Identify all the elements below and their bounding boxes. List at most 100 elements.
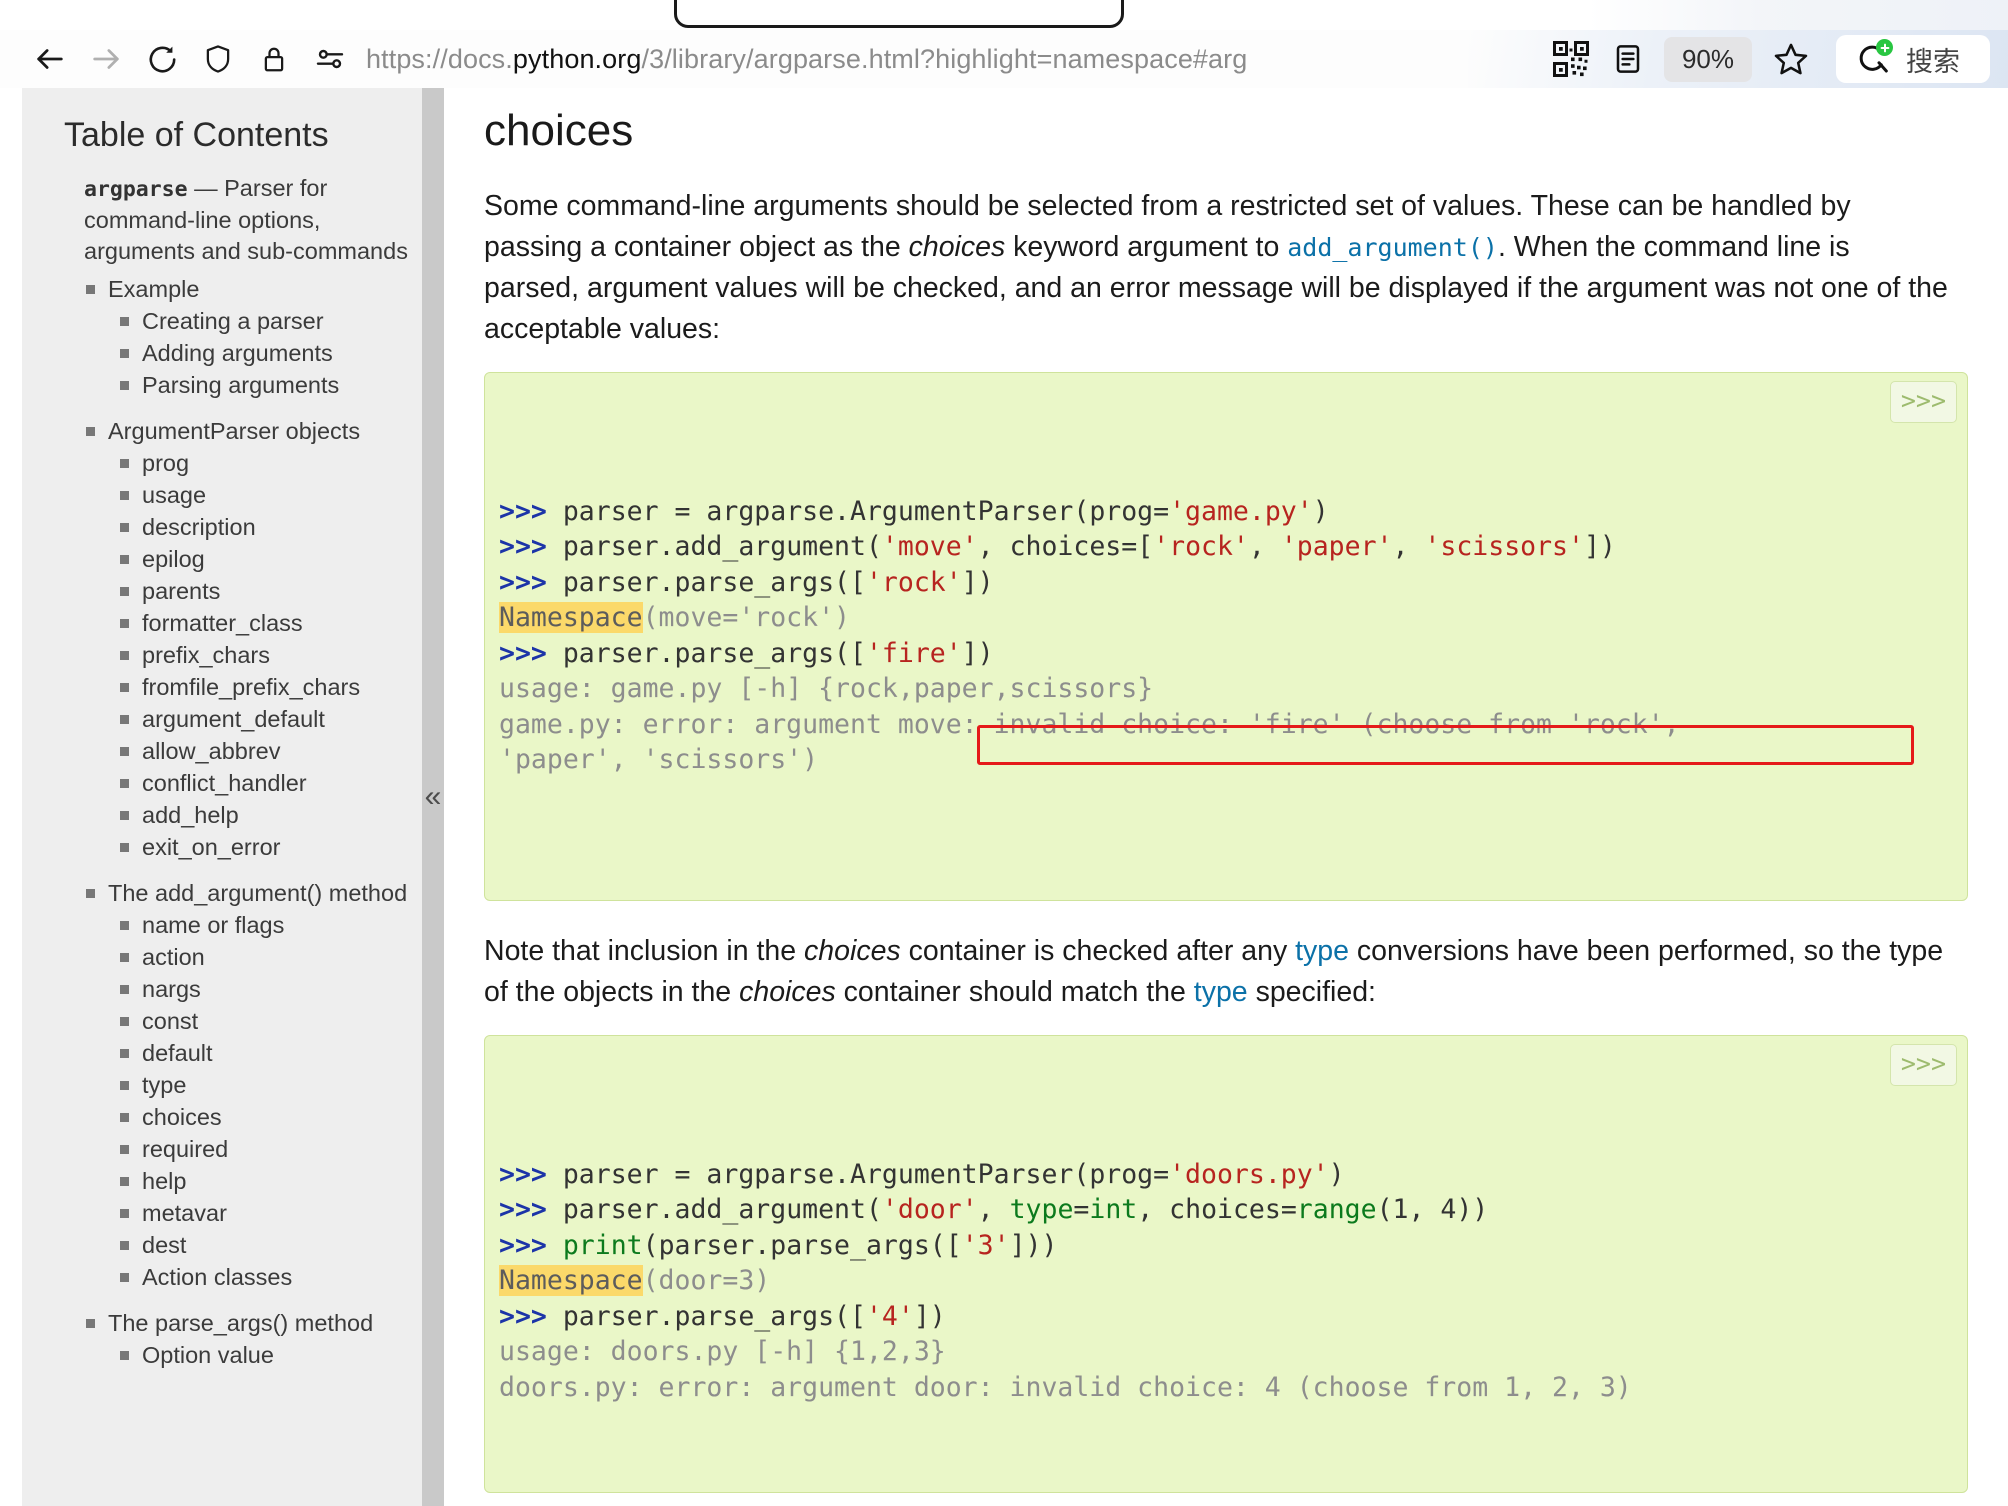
bullet-icon (120, 587, 129, 596)
toc-item-metavar[interactable]: metavar (120, 1197, 408, 1229)
bullet-icon (120, 779, 129, 788)
code-token: 'scissors' (1424, 531, 1584, 562)
p2-emphasis-choices-2: choices (739, 976, 836, 1008)
toc-sublist: Option value (120, 1339, 408, 1371)
toc-item-epilog[interactable]: epilog (120, 543, 408, 575)
toc-root-entry[interactable]: argparse — Parser for command-line optio… (84, 173, 408, 1371)
code-token: (move='rock') (642, 602, 851, 633)
toc-item-required[interactable]: required (120, 1133, 408, 1165)
link-add-argument[interactable]: add_argument() (1287, 231, 1498, 263)
toc-item-formatter-class[interactable]: formatter_class (120, 607, 408, 639)
copy-prompts-button[interactable]: >>> (1889, 381, 1957, 423)
toc-group-3[interactable]: The parse_args() method Option value (86, 1307, 408, 1371)
lock-icon[interactable] (246, 36, 302, 82)
toc-item-choices[interactable]: choices (120, 1101, 408, 1133)
toc-item-help[interactable]: help (120, 1165, 408, 1197)
section-heading: choices (484, 106, 634, 155)
bullet-icon (120, 555, 129, 564)
toc-item-parents[interactable]: parents (120, 575, 408, 607)
toc-item-argument-default[interactable]: argument_default (120, 703, 408, 735)
toc-item-allow-abbrev[interactable]: allow_abbrev (120, 735, 408, 767)
toc-item-add-help[interactable]: add_help (120, 799, 408, 831)
paragraph-2: Note that inclusion in the choices conta… (484, 931, 1949, 1013)
bullet-icon (120, 619, 129, 628)
back-arrow-icon[interactable] (22, 36, 78, 82)
toc-item-usage[interactable]: usage (120, 479, 408, 511)
code-line: >>> parser.add_argument('move', choices=… (499, 529, 1945, 565)
code-line: usage: game.py [-h] {rock,paper,scissors… (499, 671, 1945, 707)
bullet-icon (120, 381, 129, 390)
code-token: (parser.parse_args([ (642, 1229, 962, 1261)
toc-item-label: fromfile_prefix_chars (142, 674, 361, 700)
qr-code-icon[interactable] (1542, 36, 1600, 82)
paragraph-1: Some command-line arguments should be se… (484, 186, 1949, 350)
toc-item-label: help (142, 1168, 187, 1194)
code-token: 'fire' (865, 637, 962, 669)
toc-item-conflict-handler[interactable]: conflict_handler (120, 767, 408, 799)
toc-item-action-classes[interactable]: Action classes (120, 1261, 408, 1293)
bullet-icon (120, 921, 129, 930)
code-block-doors[interactable]: >>> >>> parser = argparse.ArgumentParser… (484, 1035, 1968, 1493)
code-block-game[interactable]: >>> >>> parser = argparse.ArgumentParser… (484, 372, 1968, 901)
p1-emphasis-choices: choices (908, 231, 1006, 263)
permissions-icon[interactable] (302, 36, 358, 82)
code-token: (1, 4)) (1376, 1194, 1489, 1225)
toc-item-default[interactable]: default (120, 1037, 408, 1069)
tab-strip (0, 0, 2008, 31)
toc-root-module: argparse (84, 177, 188, 202)
code-lines-2: >>> parser = argparse.ArgumentParser(pro… (499, 1157, 1945, 1406)
bullet-icon (120, 747, 129, 756)
star-icon[interactable] (1760, 36, 1822, 82)
toc-group-0[interactable]: Example Creating a parser Adding arguments… (86, 273, 408, 401)
toc-group-1[interactable]: ArgumentParser objects prog usage descripti… (86, 415, 408, 863)
code-token: parser.parse_args([ (562, 637, 866, 669)
search-add-icon (1854, 39, 1893, 78)
copy-prompts-button-2[interactable]: >>> (1889, 1044, 1957, 1086)
toc-item-fromfile-prefix-chars[interactable]: fromfile_prefix_chars (120, 671, 408, 703)
bullet-icon (86, 285, 95, 294)
toc-item-const[interactable]: const (120, 1005, 408, 1037)
bullet-icon (120, 651, 129, 660)
toc-item-prog[interactable]: prog (120, 447, 408, 479)
code-token: , choices= (1137, 1194, 1297, 1225)
bullet-icon (120, 523, 129, 532)
toc-item-adding-arguments[interactable]: Adding arguments (120, 337, 408, 369)
zoom-level-badge[interactable]: 90% (1663, 36, 1752, 82)
code-token: '3' (961, 1229, 1010, 1261)
bullet-icon (120, 811, 129, 820)
toc-group-2[interactable]: The add_argument() method name or flags ac… (86, 877, 408, 1293)
sidebar-collapse-button[interactable]: « (422, 88, 444, 1506)
toc-item-creating-a-parser[interactable]: Creating a parser (120, 305, 408, 337)
p2-text-d: container should match the (835, 976, 1194, 1008)
link-type-1[interactable]: type (1295, 935, 1349, 967)
code-token: type (1009, 1194, 1074, 1225)
toc-item-exit-on-error[interactable]: exit_on_error (120, 831, 408, 863)
toc-item-type[interactable]: type (120, 1069, 408, 1101)
bullet-icon (86, 889, 95, 898)
highlighted-term: Namespace (499, 1265, 643, 1296)
p2-text-b: container is checked after any (900, 935, 1296, 967)
toc-item-label: Adding arguments (142, 340, 333, 366)
reload-arrow-icon[interactable] (134, 36, 190, 82)
toc-item-option-value[interactable]: Option value (120, 1339, 408, 1371)
active-tab[interactable] (674, 0, 1124, 28)
url-text: https://docs.python.org/3/library/argpar… (366, 44, 1247, 75)
toc-item-label: required (142, 1136, 229, 1162)
code-token: parser.add_argument( (562, 1194, 882, 1225)
toc-item-parsing-arguments[interactable]: Parsing arguments (120, 369, 408, 401)
browser-toolbar: https://docs.python.org/3/library/argpar… (0, 30, 2008, 88)
toc-item-nargs[interactable]: nargs (120, 973, 408, 1005)
toc-item-action[interactable]: action (120, 941, 408, 973)
toc-item-prefix-chars[interactable]: prefix_chars (120, 639, 408, 671)
link-type-2[interactable]: type (1194, 976, 1248, 1008)
search-button[interactable]: 搜索 (1836, 35, 1990, 83)
toc-item-description[interactable]: description (120, 511, 408, 543)
shield-icon[interactable] (190, 36, 246, 82)
toc-item-label: default (142, 1040, 213, 1066)
url-scheme: https:// (366, 43, 448, 74)
toc-item-name-or-flags[interactable]: name or flags (120, 909, 408, 941)
reader-mode-icon[interactable] (1600, 36, 1656, 82)
bullet-icon (120, 459, 129, 468)
toc-item-dest[interactable]: dest (120, 1229, 408, 1261)
address-bar[interactable]: https://docs.python.org/3/library/argpar… (366, 36, 1542, 82)
